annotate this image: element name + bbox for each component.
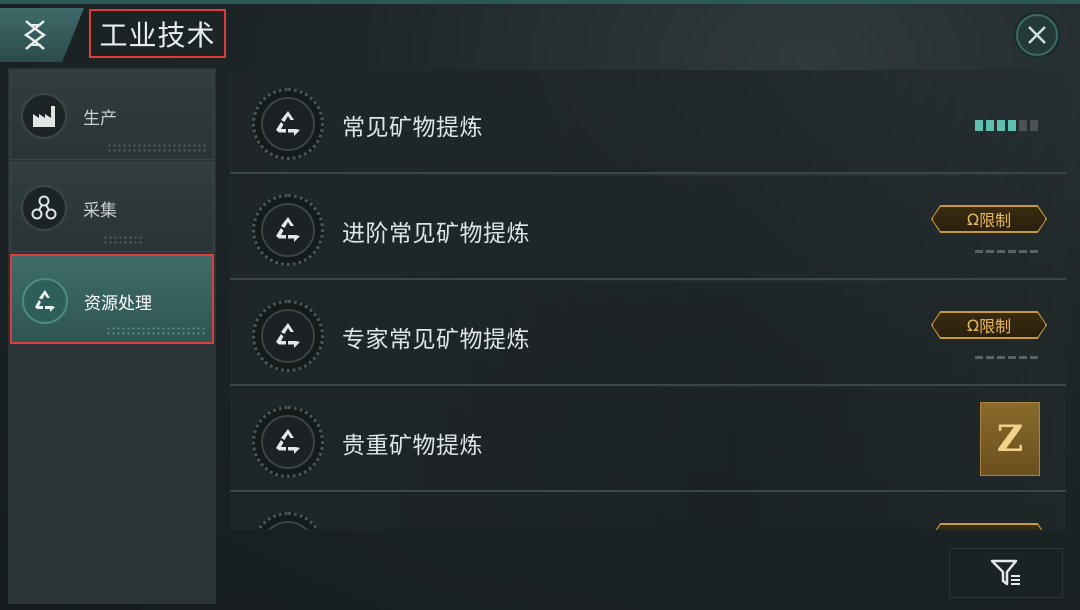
tech-icon: [252, 512, 324, 530]
sidebar-item-label: 生产: [83, 109, 117, 129]
recycle-icon: [276, 323, 300, 348]
filter-button[interactable]: [949, 548, 1063, 598]
sidebar-item-resource-processing[interactable]: 资源处理: [10, 254, 214, 344]
sidebar-item-gathering[interactable]: 采集: [10, 162, 214, 252]
level-indicator: [975, 120, 1038, 131]
category-sidebar: 生产 采集 资源处理: [8, 68, 216, 604]
technology-list: 常见矿物提炼 进阶常见矿物提炼 Ω 限制 专家常见矿物提炼 Ω 限制 贵重矿物提…: [226, 68, 1074, 530]
dot-pattern: [103, 235, 143, 245]
tech-icon: [252, 300, 324, 372]
tech-icon: [252, 406, 324, 478]
dna-icon: [23, 20, 47, 50]
list-item[interactable]: 常见矿物提炼: [230, 70, 1066, 174]
sidebar-item-label: 采集: [83, 201, 117, 221]
close-icon: [1028, 26, 1046, 44]
limit-badge: Ω 限制: [932, 524, 1046, 530]
required-item-icon[interactable]: Z: [980, 402, 1040, 476]
limit-badge-label: 限制: [979, 317, 1012, 336]
recycle-icon: [276, 429, 300, 454]
limit-badge-label: 限制: [979, 211, 1012, 230]
tech-name: 进阶常见矿物提炼: [342, 221, 530, 247]
filter-icon: [990, 559, 1020, 586]
tech-name: 常见矿物提炼: [342, 115, 483, 141]
list-item[interactable]: Ω 限制: [230, 494, 1066, 530]
tech-name: 贵重矿物提炼: [342, 433, 483, 459]
dot-pattern: [106, 326, 206, 336]
omega-icon: Ω: [967, 528, 979, 531]
limit-badge-label: 限制: [979, 525, 1011, 530]
omega-icon: Ω: [966, 209, 980, 229]
recycle-icon: [276, 217, 300, 242]
list-item[interactable]: 专家常见矿物提炼 Ω 限制: [230, 282, 1066, 386]
page-title: 工业技术: [89, 9, 226, 58]
locked-level-indicator: [975, 250, 1038, 253]
limit-badge: Ω 限制: [932, 312, 1046, 338]
tech-name: 专家常见矿物提炼: [342, 327, 530, 353]
item-glyph: Z: [996, 418, 1024, 460]
tech-icon: [252, 194, 324, 266]
page-title-text: 工业技术: [99, 18, 216, 52]
list-item[interactable]: 进阶常见矿物提炼 Ω 限制: [230, 176, 1066, 280]
sidebar-item-label: 资源处理: [84, 294, 152, 314]
close-button[interactable]: [1016, 14, 1058, 56]
sidebar-item-production[interactable]: 生产: [10, 70, 214, 160]
molecule-icon: [21, 185, 67, 231]
recycle-icon: [22, 278, 68, 324]
dot-pattern: [107, 143, 207, 153]
limit-badge: Ω 限制: [932, 206, 1046, 232]
tech-icon: [252, 88, 324, 160]
dna-tab-button[interactable]: [0, 8, 84, 62]
recycle-icon: [276, 111, 300, 136]
omega-icon: Ω: [966, 315, 980, 335]
top-accent-line: [0, 0, 1080, 4]
list-item[interactable]: 贵重矿物提炼 Z: [230, 388, 1066, 492]
factory-icon: [21, 93, 67, 139]
locked-level-indicator: [975, 356, 1038, 359]
